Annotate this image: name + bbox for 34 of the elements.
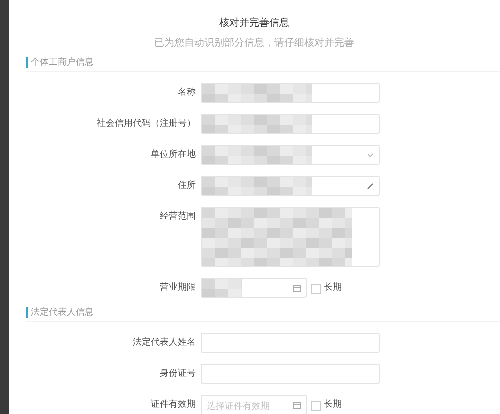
field-label: 营业期限 [159,282,197,295]
field-label: 经营范围 [159,210,197,224]
field-label: 名称 [177,86,197,100]
pencil-icon[interactable] [366,182,375,191]
text-area[interactable] [201,207,380,267]
checkbox-label: 长期 [324,398,342,412]
calendar-icon[interactable] [293,284,302,293]
field-label: 单位所在地 [150,148,197,162]
calendar-icon[interactable] [293,401,302,410]
select-field[interactable] [201,145,380,165]
section-marker [26,57,28,68]
caret-icon[interactable] [366,151,375,160]
date-field[interactable] [201,278,307,298]
section-marker [26,307,28,318]
checkbox[interactable] [311,401,321,411]
checkbox-label: 长期 [324,282,342,295]
input-field[interactable] [201,114,380,134]
input-field[interactable] [201,333,380,353]
placeholder-text: 选择证件有效期 [207,400,270,413]
mosaic-mask [202,279,242,297]
field-label: 身份证号 [159,368,197,381]
dialog-title: 核对并完善信息 [218,16,290,30]
date-field[interactable]: 选择证件有效期 [201,395,307,414]
field-label: 法定代表人姓名 [132,336,197,350]
input-field[interactable] [201,83,380,103]
dialog-subtitle: 已为您自动识别部分信息，请仔细核对并完善 [154,36,356,50]
input-field[interactable] [201,176,380,196]
input-field[interactable] [201,364,380,384]
field-label: 证件有效期 [150,398,197,412]
section-heading: 个体工商户信息 [31,56,94,69]
section-heading: 法定代表人信息 [31,306,94,319]
checkbox[interactable] [311,284,321,294]
field-label: 住所 [177,180,197,193]
field-label: 社会信用代码（注册号） [96,118,197,131]
